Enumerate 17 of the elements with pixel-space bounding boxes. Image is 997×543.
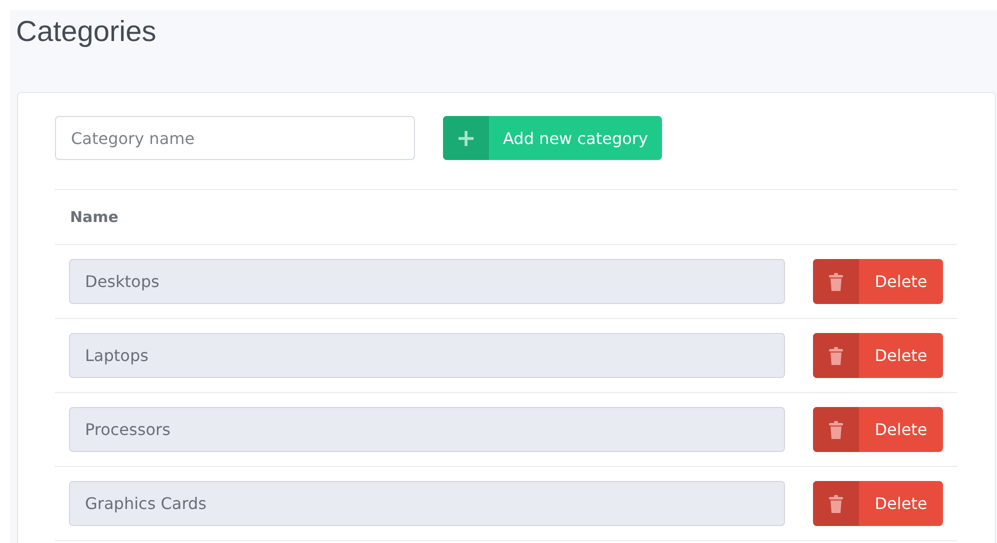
trash-icon bbox=[829, 272, 843, 290]
delete-button[interactable]: Delete bbox=[813, 333, 943, 378]
add-category-button[interactable]: + Add new category bbox=[443, 116, 662, 160]
category-name-input[interactable]: Laptops bbox=[69, 333, 785, 378]
category-name-field[interactable]: Category name bbox=[55, 116, 415, 160]
column-header: Name bbox=[70, 208, 118, 226]
delete-button[interactable]: Delete bbox=[813, 259, 943, 304]
trash-icon bbox=[829, 420, 843, 438]
trash-icon bbox=[829, 346, 843, 364]
plus-icon: + bbox=[443, 116, 489, 160]
delete-button[interactable]: Delete bbox=[813, 481, 943, 526]
category-name-input[interactable]: Graphics Cards bbox=[69, 481, 785, 526]
page-title: Categories bbox=[16, 15, 158, 49]
delete-button[interactable]: Delete bbox=[813, 407, 943, 452]
category-name-input[interactable]: Desktops bbox=[69, 259, 785, 304]
category-name-input[interactable]: Processors bbox=[69, 407, 785, 452]
trash-icon bbox=[829, 494, 843, 512]
